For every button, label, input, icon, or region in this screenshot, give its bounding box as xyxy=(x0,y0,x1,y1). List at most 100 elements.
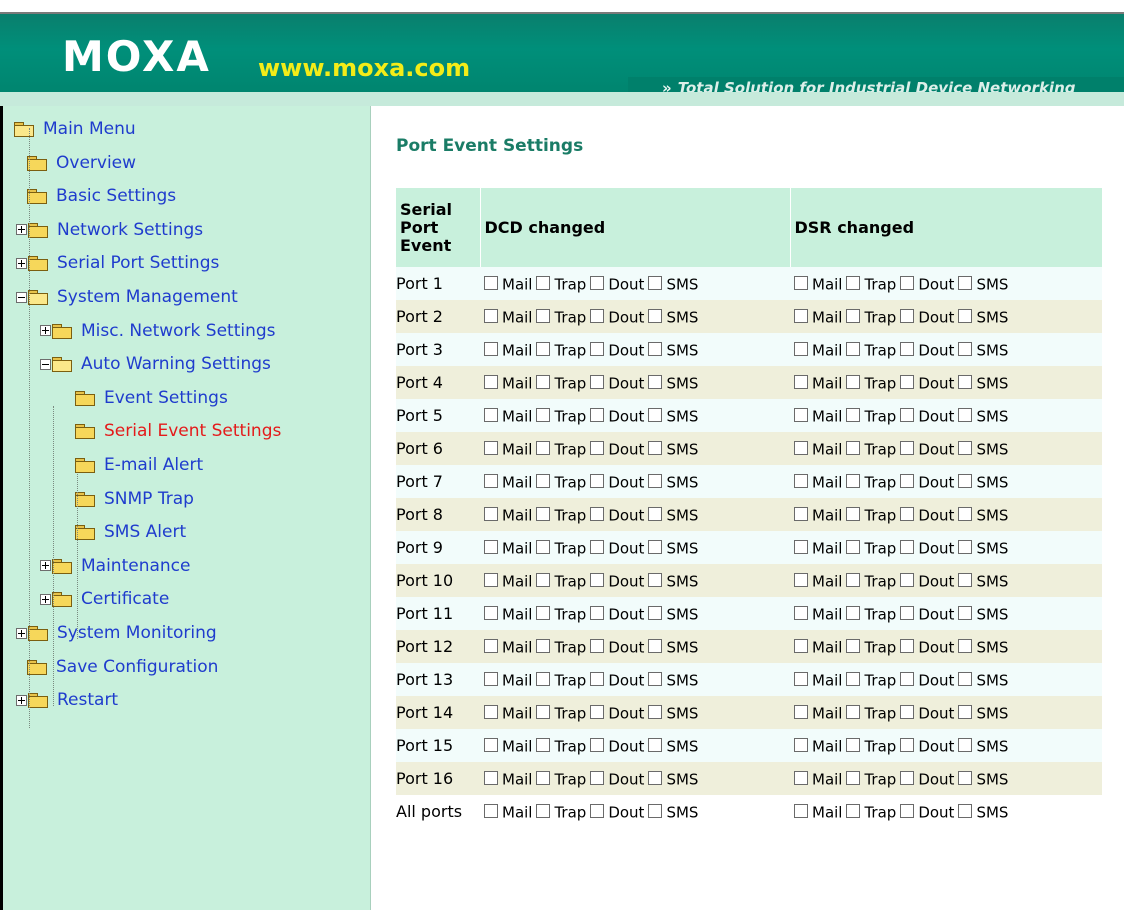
sidebar-item-basic-settings[interactable]: Basic Settings xyxy=(16,183,176,209)
dsr-trap-checkbox[interactable] xyxy=(846,408,861,423)
dsr-dout-checkbox[interactable] xyxy=(900,639,915,654)
dcd-mail-checkbox[interactable] xyxy=(484,342,498,357)
dcd-sms-checkbox[interactable] xyxy=(648,408,663,423)
dcd-dout-checkbox[interactable] xyxy=(590,606,605,621)
dcd-dout-checkbox[interactable] xyxy=(590,672,605,687)
sidebar-item-main-menu[interactable]: Main Menu xyxy=(14,116,136,142)
expand-plus-icon[interactable] xyxy=(40,560,51,572)
dcd-trap-checkbox[interactable] xyxy=(536,474,551,489)
dsr-mail-checkbox[interactable] xyxy=(794,540,808,555)
dsr-sms-checkbox[interactable] xyxy=(958,573,973,588)
dsr-sms-checkbox[interactable] xyxy=(958,441,973,456)
dcd-sms-checkbox[interactable] xyxy=(648,441,663,456)
expand-plus-icon[interactable] xyxy=(16,627,27,639)
dsr-trap-checkbox[interactable] xyxy=(846,804,861,819)
dcd-mail-checkbox[interactable] xyxy=(484,441,498,456)
sidebar-item-save-configuration[interactable]: Save Configuration xyxy=(16,654,218,680)
dcd-sms-checkbox[interactable] xyxy=(648,375,663,390)
dsr-trap-checkbox[interactable] xyxy=(846,705,861,720)
dsr-sms-checkbox[interactable] xyxy=(958,342,973,357)
dsr-sms-checkbox[interactable] xyxy=(958,705,973,720)
dsr-sms-checkbox[interactable] xyxy=(958,408,973,423)
dsr-sms-checkbox[interactable] xyxy=(958,474,973,489)
dsr-sms-checkbox[interactable] xyxy=(958,738,973,753)
dsr-trap-checkbox[interactable] xyxy=(846,738,861,753)
dsr-dout-checkbox[interactable] xyxy=(900,375,915,390)
dsr-sms-checkbox[interactable] xyxy=(958,276,973,291)
dsr-dout-checkbox[interactable] xyxy=(900,441,915,456)
dsr-dout-checkbox[interactable] xyxy=(900,408,915,423)
dcd-mail-checkbox[interactable] xyxy=(484,309,498,324)
dcd-sms-checkbox[interactable] xyxy=(648,507,663,522)
moxa-url[interactable]: www.moxa.com xyxy=(258,56,470,80)
dcd-sms-checkbox[interactable] xyxy=(648,276,663,291)
dcd-trap-checkbox[interactable] xyxy=(536,375,551,390)
expand-plus-icon[interactable] xyxy=(16,257,27,269)
dcd-dout-checkbox[interactable] xyxy=(590,639,605,654)
dsr-trap-checkbox[interactable] xyxy=(846,540,861,555)
dsr-sms-checkbox[interactable] xyxy=(958,507,973,522)
sidebar-item-sms-alert[interactable]: SMS Alert xyxy=(64,519,186,545)
dsr-mail-checkbox[interactable] xyxy=(794,672,808,687)
dsr-dout-checkbox[interactable] xyxy=(900,738,915,753)
dcd-dout-checkbox[interactable] xyxy=(590,573,605,588)
dsr-mail-checkbox[interactable] xyxy=(794,771,808,786)
sidebar-item-maintenance[interactable]: Maintenance xyxy=(40,553,190,579)
dsr-mail-checkbox[interactable] xyxy=(794,441,808,456)
dcd-dout-checkbox[interactable] xyxy=(590,342,605,357)
dcd-dout-checkbox[interactable] xyxy=(590,309,605,324)
dsr-mail-checkbox[interactable] xyxy=(794,606,808,621)
sidebar-item-serial-event-settings[interactable]: Serial Event Settings xyxy=(64,418,281,444)
sidebar-item-misc-network-settings[interactable]: Misc. Network Settings xyxy=(40,318,276,344)
dcd-trap-checkbox[interactable] xyxy=(536,276,551,291)
dcd-trap-checkbox[interactable] xyxy=(536,606,551,621)
sidebar-item-system-monitoring[interactable]: System Monitoring xyxy=(16,620,217,646)
dcd-trap-checkbox[interactable] xyxy=(536,507,551,522)
dsr-dout-checkbox[interactable] xyxy=(900,540,915,555)
dsr-mail-checkbox[interactable] xyxy=(794,507,808,522)
dcd-sms-checkbox[interactable] xyxy=(648,705,663,720)
dcd-trap-checkbox[interactable] xyxy=(536,342,551,357)
dcd-mail-checkbox[interactable] xyxy=(484,705,498,720)
dcd-trap-checkbox[interactable] xyxy=(536,441,551,456)
expand-plus-icon[interactable] xyxy=(40,593,51,605)
dcd-dout-checkbox[interactable] xyxy=(590,375,605,390)
dsr-mail-checkbox[interactable] xyxy=(794,408,808,423)
dsr-trap-checkbox[interactable] xyxy=(846,507,861,522)
dcd-dout-checkbox[interactable] xyxy=(590,441,605,456)
dcd-trap-checkbox[interactable] xyxy=(536,540,551,555)
dcd-trap-checkbox[interactable] xyxy=(536,771,551,786)
sidebar-item-serial-port-settings[interactable]: Serial Port Settings xyxy=(16,250,219,276)
dcd-sms-checkbox[interactable] xyxy=(648,573,663,588)
dsr-sms-checkbox[interactable] xyxy=(958,375,973,390)
dsr-mail-checkbox[interactable] xyxy=(794,639,808,654)
dcd-trap-checkbox[interactable] xyxy=(536,738,551,753)
dcd-sms-checkbox[interactable] xyxy=(648,342,663,357)
dcd-sms-checkbox[interactable] xyxy=(648,771,663,786)
dsr-trap-checkbox[interactable] xyxy=(846,573,861,588)
dsr-sms-checkbox[interactable] xyxy=(958,804,973,819)
dsr-mail-checkbox[interactable] xyxy=(794,309,808,324)
dsr-mail-checkbox[interactable] xyxy=(794,738,808,753)
dsr-trap-checkbox[interactable] xyxy=(846,276,861,291)
dcd-mail-checkbox[interactable] xyxy=(484,672,498,687)
sidebar-item-system-management[interactable]: System Management xyxy=(16,284,238,310)
dcd-mail-checkbox[interactable] xyxy=(484,573,498,588)
collapse-minus-icon[interactable] xyxy=(40,358,51,370)
dsr-sms-checkbox[interactable] xyxy=(958,639,973,654)
dsr-trap-checkbox[interactable] xyxy=(846,639,861,654)
sidebar-item-certificate[interactable]: Certificate xyxy=(40,586,169,612)
sidebar-item-restart[interactable]: Restart xyxy=(16,687,118,713)
sidebar-item-snmp-trap[interactable]: SNMP Trap xyxy=(64,486,194,512)
dsr-trap-checkbox[interactable] xyxy=(846,342,861,357)
dsr-trap-checkbox[interactable] xyxy=(846,606,861,621)
dcd-dout-checkbox[interactable] xyxy=(590,540,605,555)
dcd-dout-checkbox[interactable] xyxy=(590,738,605,753)
dsr-dout-checkbox[interactable] xyxy=(900,804,915,819)
dcd-mail-checkbox[interactable] xyxy=(484,738,498,753)
dsr-trap-checkbox[interactable] xyxy=(846,474,861,489)
dcd-mail-checkbox[interactable] xyxy=(484,507,498,522)
dcd-sms-checkbox[interactable] xyxy=(648,540,663,555)
dsr-trap-checkbox[interactable] xyxy=(846,672,861,687)
dcd-mail-checkbox[interactable] xyxy=(484,474,498,489)
